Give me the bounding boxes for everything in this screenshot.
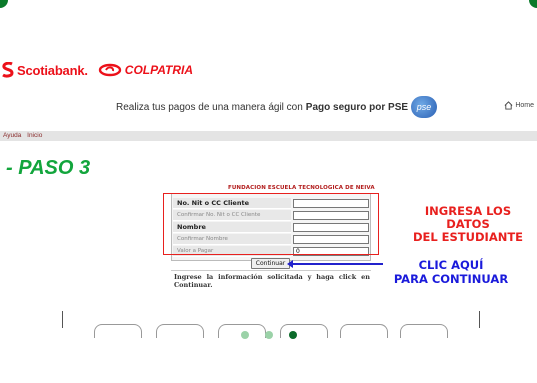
- annotation-red-line: DEL ESTUDIANTE: [412, 230, 524, 244]
- decor-divider-right: [479, 311, 480, 328]
- colpatria-swirl-icon: [98, 63, 121, 77]
- scotiabank-s-icon: [2, 62, 14, 78]
- carousel-dot[interactable]: [265, 331, 273, 339]
- menu-item-inicio[interactable]: Inicio: [27, 132, 42, 139]
- help-divider: [171, 270, 371, 271]
- home-icon: [504, 101, 513, 110]
- menu-item-ayuda[interactable]: Ayuda: [3, 132, 21, 139]
- annotation-blue-line: CLIC AQUÍ: [418, 258, 484, 272]
- home-label: Home: [515, 102, 534, 109]
- menu-bar: Ayuda Inicio: [0, 131, 537, 141]
- pse-badge-icon: pse: [411, 96, 438, 118]
- bank-logos: Scotiabank. COLPATRIA: [2, 60, 193, 80]
- carousel-dot[interactable]: [241, 331, 249, 339]
- arrow-line: [291, 263, 383, 265]
- form-title: FUNDACION ESCUELA TECNOLOGICA DE NEIVA: [228, 185, 375, 191]
- step-title: - PASO 3: [6, 157, 91, 179]
- decor-card: [280, 324, 328, 338]
- highlight-frame: [163, 193, 379, 255]
- pse-prefix-text: Realiza tus pagos de una manera ágil con: [116, 101, 303, 113]
- annotation-blue-line: PARA CONTINUAR: [393, 272, 509, 286]
- corner-accent-left: [0, 0, 8, 8]
- annotation-click-here: CLIC AQUÍ PARA CONTINUAR: [381, 258, 521, 286]
- help-text: Ingrese la información solicitada y haga…: [174, 273, 370, 289]
- annotation-enter-data: INGRESA LOS DATOS DEL ESTUDIANTE: [404, 205, 532, 244]
- carousel-dot[interactable]: [289, 331, 297, 339]
- colpatria-wordmark: COLPATRIA: [124, 63, 193, 77]
- decor-card: [156, 324, 204, 338]
- home-link[interactable]: Home: [504, 101, 534, 110]
- corner-accent-right: [529, 0, 537, 8]
- decor-card: [340, 324, 388, 338]
- decor-card: [400, 324, 448, 338]
- scotiabank-wordmark: Scotiabank.: [17, 62, 88, 78]
- continuar-button[interactable]: Continuar: [251, 258, 290, 269]
- decor-card: [94, 324, 142, 338]
- pse-banner: Realiza tus pagos de una manera ágil con…: [116, 96, 438, 118]
- decor-divider-left: [62, 311, 63, 328]
- pse-bold-text: Pago seguro por PSE: [305, 101, 409, 113]
